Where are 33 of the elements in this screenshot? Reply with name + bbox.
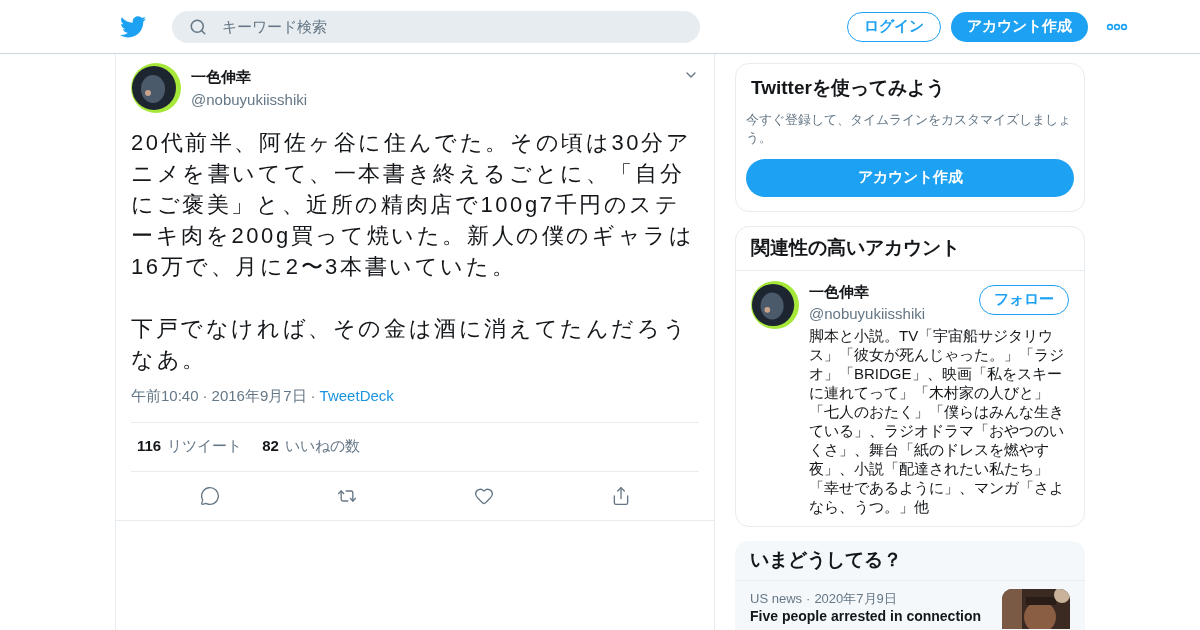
user-handle[interactable]: @nobuyukiisshiki: [809, 303, 926, 326]
signup-button[interactable]: アカウント作成: [746, 158, 1074, 197]
card-title: いまどうしてる？: [735, 540, 1085, 581]
trend-headline[interactable]: Five people arrested in connection: [750, 608, 994, 624]
tweet-date[interactable]: 2016年9月7日: [211, 385, 307, 408]
trend-category: US news: [750, 589, 803, 608]
separator-dot: ·: [310, 386, 316, 406]
card-title: 関連性の高いアカウント: [736, 226, 1084, 271]
tweet-text: 下戸でなければ、その金は酒に消えてたんだろうなあ。: [131, 315, 690, 374]
more-icon[interactable]: [1106, 22, 1128, 31]
user-handle[interactable]: @nobuyukiisshiki: [191, 88, 308, 111]
avatar-icon: [751, 280, 799, 329]
signup-button[interactable]: アカウント作成: [951, 11, 1088, 42]
reply-icon[interactable]: [199, 485, 220, 506]
user-name[interactable]: 一色伸幸: [191, 66, 308, 89]
tweet-text: 20代前半、阿佐ヶ谷に住んでた。その頃は30分アニメを書いてて、一本書き終えるごとに、「自分にご褒美」と、近所の精肉店で100g7千円のステーキ肉を200g買って焼いた。新人の僕のギャラは16万で、月に2〜3本書いていた。: [131, 129, 696, 281]
stat-count[interactable]: 116: [137, 435, 162, 458]
source-link[interactable]: TweetDeck: [319, 385, 394, 408]
separator-dot: ·: [806, 589, 811, 608]
search-icon: [189, 17, 207, 36]
bird-logo-icon[interactable]: [120, 15, 146, 38]
avatar-icon: [131, 63, 181, 113]
stat-label[interactable]: いいねの数: [284, 435, 360, 458]
tweet-time[interactable]: 午前10:40: [131, 385, 199, 408]
stat-label[interactable]: リツイート: [167, 435, 243, 458]
card-title: Twitterを使ってみよう: [750, 76, 946, 100]
user-bio: 脚本と小説。TV「宇宙船サジタリウス」「彼女が死んじゃった。」「ラジオ」「BRIDGE」、映画「私をスキーに連れてって」「木村家の人びと」「七人のおたく」「僕らはみんな生きている」、ラジオドラマ「おやつのいくさ」、舞台「紙のドレスを燃やす夜」、小説「配達されたい私たち」「幸せであるように」、マンガ「さよなら、うつ。」他: [809, 325, 1065, 516]
trend-date: 2020年7月9日: [814, 589, 897, 608]
separator-dot: ·: [202, 386, 208, 406]
card-text: 今すぐ登録して、タイムラインをカスタマイズしましょう。: [746, 110, 1072, 147]
user-name[interactable]: 一色伸幸: [809, 280, 926, 303]
search-field[interactable]: キーワード検索: [172, 10, 700, 43]
stat-count[interactable]: 82: [262, 435, 279, 458]
